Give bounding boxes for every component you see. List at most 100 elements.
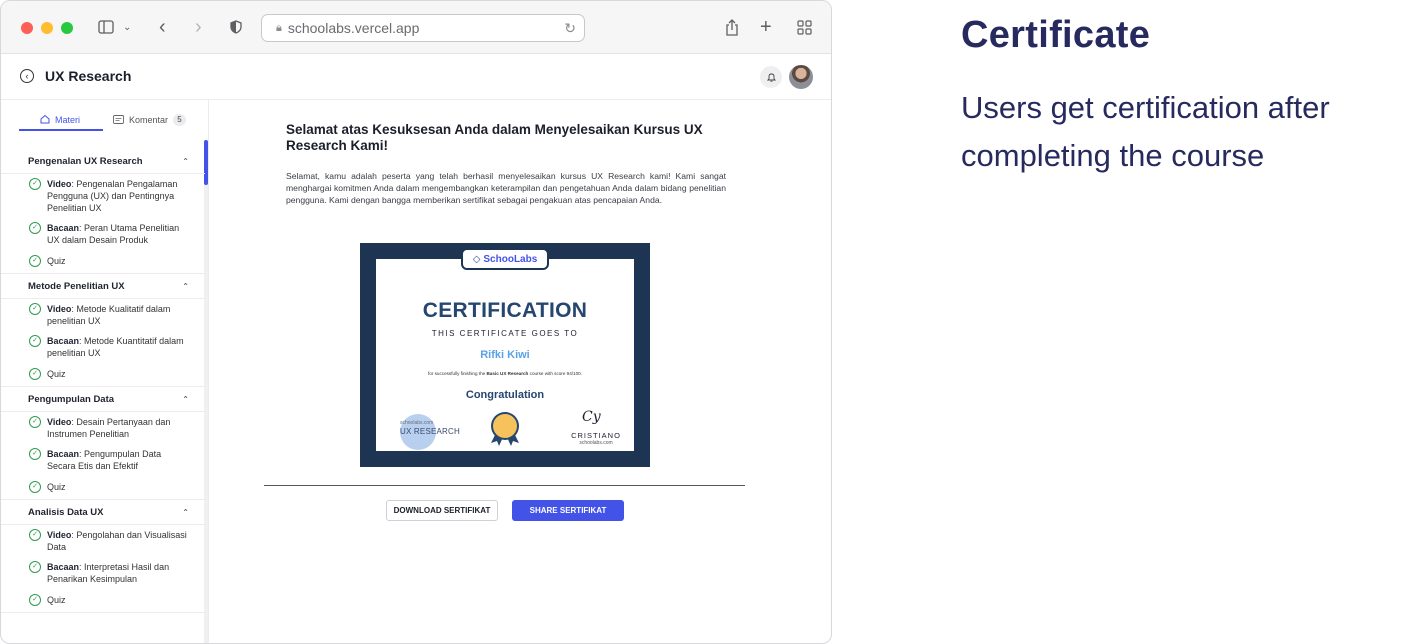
comment-count-badge: 5 [173,114,187,126]
reload-icon[interactable]: ↻ [564,20,576,37]
sidebar-section: Metode Penelitian UX ⌃ ✓ Video: Metode Kual… [1,274,205,387]
lesson-item[interactable]: ✓ Quiz [1,476,205,499]
lesson-type: Bacaan [47,336,80,346]
lesson-item[interactable]: ✓ Quiz [1,589,205,612]
forward-arrow-icon[interactable]: › [195,16,202,38]
chevron-up-icon[interactable]: ⌃ [182,282,189,291]
award-seal-icon [485,411,525,447]
home-icon [40,114,50,126]
tab-overview-icon[interactable] [797,16,812,38]
certificate-paper: CERTIFICATION THIS CERTIFICATE GOES TO R… [376,259,634,451]
check-circle-icon: ✓ [29,416,41,428]
sidebar-toggle-icon[interactable] [97,16,115,38]
download-certificate-button[interactable]: DOWNLOAD SERTIFIKAT [386,500,498,521]
lesson-item[interactable]: ✓ Bacaan: Metode Kuantitatif dalam peneli… [1,331,205,363]
stamp-site: schoolabs.com [400,420,434,426]
certificate-desc-post: course with score 94/100. [528,371,582,376]
lesson-item[interactable]: ✓ Bacaan: Pengumpulan Data Secara Etis da… [1,444,205,476]
address-bar[interactable]: 🔒︎ schoolabs.vercel.app ↻ [261,14,585,42]
lesson-type: Bacaan [47,223,80,233]
lesson-label: Bacaan: Interpretasi Hasil dan Penarikan… [47,561,191,585]
sidebar-section: Pengenalan UX Research ⌃ ✓ Video: Pengenala… [1,149,205,274]
lesson-item[interactable]: ✓ Quiz [1,250,205,273]
signature: Cy [582,409,601,425]
lesson-label: Bacaan: Pengumpulan Data Secara Etis dan… [47,448,191,472]
sidebar-section: Analisis Data UX ⌃ ✓ Video: Pengolahan dan … [1,500,205,613]
lesson-label: Video: Metode Kualitatif dalam penelitia… [47,303,191,327]
congrats-paragraph: Selamat, kamu adalah peserta yang telah … [286,171,726,205]
page-title: UX Research [45,68,132,84]
check-circle-icon: ✓ [29,222,41,234]
share-certificate-button[interactable]: SHARE SERTIFIKAT [512,500,624,521]
lesson-label: Quiz [47,594,66,606]
lesson-item[interactable]: ✓ Video: Metode Kualitatif dalam peneliti… [1,299,205,331]
certificate-image: CERTIFICATION THIS CERTIFICATE GOES TO R… [360,243,650,467]
lesson-type: Bacaan [47,562,80,572]
tab-materi[interactable]: Materi [40,114,80,126]
check-circle-icon: ✓ [29,481,41,493]
course-sidebar: Materi Komentar 5 Pengenalan UX Research… [1,100,209,643]
lesson-title: Quiz [47,369,66,379]
shield-icon[interactable] [230,16,242,38]
check-circle-icon: ✓ [29,335,41,347]
certificate-recipient: Rifki Kiwi [480,349,530,361]
lesson-type: Video [47,417,72,427]
certificate-desc-pre: for successfully finishing the [428,371,487,376]
check-circle-icon: ✓ [29,448,41,460]
schoolabs-logo-text: SchooLabs [483,253,538,265]
main-content: Selamat atas Kesuksesan Anda dalam Menye… [265,122,745,206]
lesson-label: Video: Desain Pertanyaan dan Instrumen P… [47,416,191,440]
close-window-button[interactable] [21,22,33,34]
chevron-up-icon[interactable]: ⌃ [182,157,189,166]
lesson-label: Video: Pengolahan dan Visualisasi Data [47,529,191,553]
lesson-item[interactable]: ✓ Video: Desain Pertanyaan dan Instrumen … [1,412,205,444]
lesson-item[interactable]: ✓ Bacaan: Interpretasi Hasil dan Penarika… [1,557,205,589]
lesson-item[interactable]: ✓ Video: Pengenalan Pengalaman Pengguna (… [1,174,205,218]
tab-materi-label: Materi [55,115,81,125]
section-title: Analisis Data UX [28,506,104,518]
lesson-item[interactable]: ✓ Quiz [1,363,205,386]
section-list: Pengenalan UX Research ⌃ ✓ Video: Pengenala… [1,149,205,613]
lesson-item[interactable]: ✓ Bacaan: Peran Utama Penelitian UX dalam… [1,218,205,250]
section-title: Metode Penelitian UX [28,280,125,292]
chevron-down-icon[interactable]: ⌄ [123,16,131,38]
section-header[interactable]: Analisis Data UX ⌃ [1,500,205,525]
new-tab-icon[interactable]: + [760,16,772,38]
lesson-title: Quiz [47,482,66,492]
lesson-label: Video: Pengenalan Pengalaman Pengguna (U… [47,178,191,214]
minimize-window-button[interactable] [41,22,53,34]
lesson-label: Quiz [47,481,66,493]
section-title: Pengenalan UX Research [28,155,143,167]
lesson-type: Video [47,530,72,540]
section-header[interactable]: Pengenalan UX Research ⌃ [1,149,205,174]
section-header[interactable]: Pengumpulan Data ⌃ [1,387,205,412]
bell-icon[interactable] [760,66,782,88]
check-circle-icon: ✓ [29,561,41,573]
caption-title: Certificate [961,14,1151,56]
chevron-up-icon[interactable]: ⌃ [182,395,189,404]
certificate-title: CERTIFICATION [422,299,588,322]
back-icon[interactable]: ‹ [20,69,34,83]
schoolabs-logo-icon: ◇ [472,253,481,265]
section-header[interactable]: Metode Penelitian UX ⌃ [1,274,205,299]
lesson-title: Quiz [47,595,66,605]
schoolabs-logo: ◇ SchooLabs [461,248,549,270]
share-icon[interactable] [725,16,739,38]
signer-site: schoolabs.com [579,440,613,446]
maximize-window-button[interactable] [61,22,73,34]
back-arrow-icon[interactable]: ‹ [159,16,166,38]
tab-komentar[interactable]: Komentar 5 [113,114,187,126]
lesson-label: Bacaan: Metode Kuantitatif dalam penelit… [47,335,191,359]
check-circle-icon: ✓ [29,255,41,267]
avatar[interactable] [789,65,813,89]
chevron-up-icon[interactable]: ⌃ [182,508,189,517]
app-header: ‹ UX Research [1,54,831,100]
lesson-label: Quiz [47,255,66,267]
lesson-label: Bacaan: Peran Utama Penelitian UX dalam … [47,222,191,246]
certificate-congrats: Congratulation [465,389,545,401]
lesson-item[interactable]: ✓ Video: Pengolahan dan Visualisasi Data [1,525,205,557]
check-circle-icon: ✓ [29,529,41,541]
congrats-heading: Selamat atas Kesuksesan Anda dalam Menye… [286,122,703,153]
check-circle-icon: ✓ [29,178,41,190]
url-text: schoolabs.vercel.app [287,20,420,36]
